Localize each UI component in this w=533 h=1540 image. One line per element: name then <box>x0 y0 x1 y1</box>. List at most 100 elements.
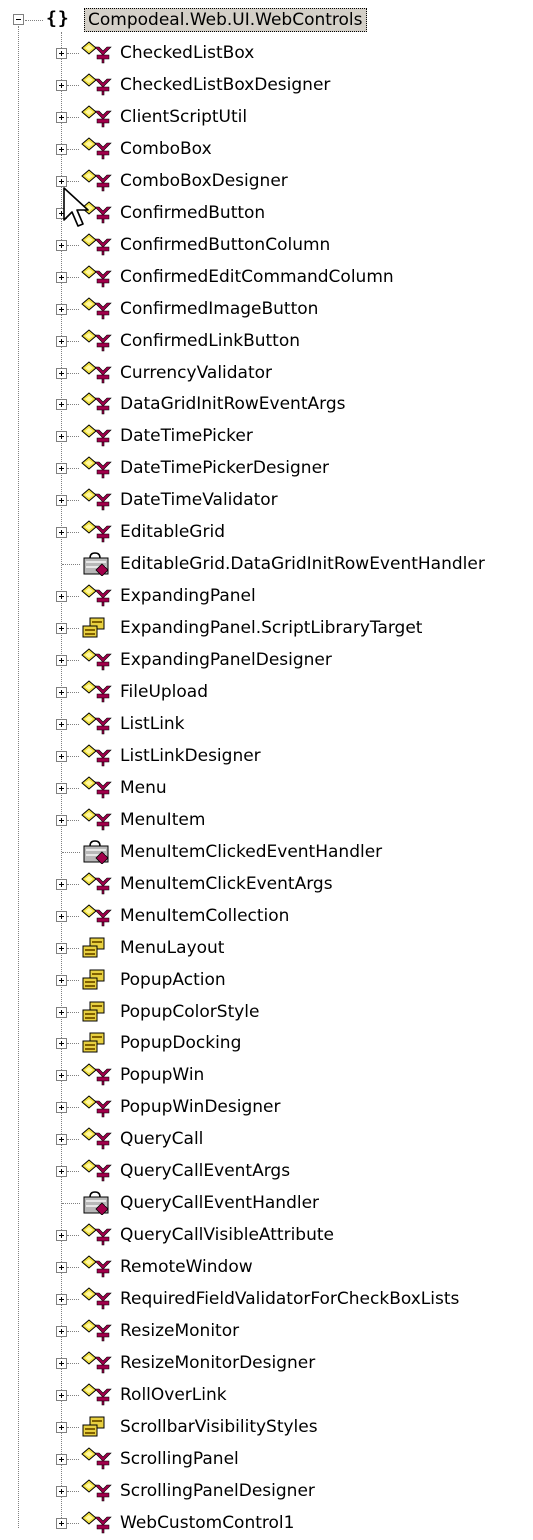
tree-item-enum[interactable]: ScrollbarVisibilityStyles <box>0 1412 533 1444</box>
tree-item-enum[interactable]: PopupDocking <box>0 1028 533 1060</box>
expand-toggle[interactable] <box>56 463 67 474</box>
collapse-toggle[interactable] <box>13 14 24 25</box>
expand-toggle[interactable] <box>56 879 67 890</box>
expand-toggle[interactable] <box>56 783 67 794</box>
tree-item-class[interactable]: RemoteWindow <box>0 1252 533 1284</box>
tree-item-class[interactable]: MenuItem <box>0 805 533 837</box>
expand-toggle[interactable] <box>56 815 67 826</box>
expand-toggle[interactable] <box>56 1358 67 1369</box>
expand-toggle[interactable] <box>56 623 67 634</box>
tree-item-class[interactable]: ScrollingPanel <box>0 1444 533 1476</box>
tree-item-class[interactable]: PopupWinDesigner <box>0 1092 533 1124</box>
tree-item-class[interactable]: ExpandingPanel <box>0 581 533 613</box>
expand-toggle[interactable] <box>56 1326 67 1337</box>
class-icon <box>80 1255 114 1279</box>
expand-toggle[interactable] <box>56 431 67 442</box>
tree-item-class[interactable]: ListLinkDesigner <box>0 741 533 773</box>
expand-toggle[interactable] <box>56 272 67 283</box>
tree-connector <box>67 1363 79 1364</box>
tree-item-class[interactable]: ClientScriptUtil <box>0 102 533 134</box>
expand-toggle[interactable] <box>56 1134 67 1145</box>
tree-item-class[interactable]: EditableGrid <box>0 517 533 549</box>
tree-item-class[interactable]: RollOverLink <box>0 1380 533 1412</box>
tree-item-class[interactable]: ScrollingPanelDesigner <box>0 1476 533 1508</box>
expand-toggle[interactable] <box>56 591 67 602</box>
tree-item-enum[interactable]: ExpandingPanel.ScriptLibraryTarget <box>0 613 533 645</box>
tree-item-class[interactable]: CheckedListBoxDesigner <box>0 70 533 102</box>
expand-toggle[interactable] <box>56 527 67 538</box>
tree-item-class[interactable]: ConfirmedButtonColumn <box>0 230 533 262</box>
expand-toggle[interactable] <box>56 1230 67 1241</box>
tree-item-class[interactable]: ConfirmedEditCommandColumn <box>0 262 533 294</box>
expand-toggle[interactable] <box>56 80 67 91</box>
expand-toggle[interactable] <box>56 48 67 59</box>
tree-item-class[interactable]: DateTimePicker <box>0 421 533 453</box>
tree-item-class[interactable]: DataGridInitRowEventArgs <box>0 389 533 421</box>
expand-toggle[interactable] <box>56 943 67 954</box>
tree-root-row[interactable]: {} Compodeal.Web.UI.WebControls <box>0 6 533 36</box>
expand-toggle[interactable] <box>56 751 67 762</box>
tree-item-enum[interactable]: PopupAction <box>0 965 533 997</box>
tree-item-class[interactable]: CheckedListBox <box>0 38 533 70</box>
expand-toggle[interactable] <box>56 399 67 410</box>
tree-item-class[interactable]: QueryCallVisibleAttribute <box>0 1220 533 1252</box>
expand-toggle[interactable] <box>56 655 67 666</box>
tree-connector <box>67 1171 79 1172</box>
tree-item-enum[interactable]: PopupColorStyle <box>0 997 533 1029</box>
tree-item-class[interactable]: ListLink <box>0 709 533 741</box>
tree-item-class[interactable]: MenuItemCollection <box>0 901 533 933</box>
tree-item-class[interactable]: DateTimeValidator <box>0 485 533 517</box>
expand-toggle[interactable] <box>56 1070 67 1081</box>
tree-item-class[interactable]: WebCustomControl1 <box>0 1508 533 1540</box>
expand-toggle[interactable] <box>56 911 67 922</box>
expand-toggle[interactable] <box>56 1422 67 1433</box>
expand-toggle[interactable] <box>56 304 67 315</box>
expand-toggle[interactable] <box>56 144 67 155</box>
expand-toggle[interactable] <box>56 240 67 251</box>
tree-item-delegate[interactable]: QueryCallEventHandler <box>0 1188 533 1220</box>
expand-toggle[interactable] <box>56 1518 67 1529</box>
tree-item-label: PopupAction <box>120 970 226 990</box>
expand-toggle[interactable] <box>56 368 67 379</box>
tree-item-class[interactable]: ExpandingPanelDesigner <box>0 645 533 677</box>
tree-item-class[interactable]: RequiredFieldValidatorForCheckBoxLists <box>0 1284 533 1316</box>
expand-toggle[interactable] <box>56 336 67 347</box>
tree-item-class[interactable]: FileUpload <box>0 677 533 709</box>
expand-toggle[interactable] <box>56 719 67 730</box>
tree-item-enum[interactable]: MenuLayout <box>0 933 533 965</box>
tree-item-class[interactable]: CurrencyValidator <box>0 358 533 390</box>
namespace-label[interactable]: Compodeal.Web.UI.WebControls <box>84 8 367 32</box>
tree-item-class[interactable]: QueryCall <box>0 1124 533 1156</box>
expand-toggle[interactable] <box>56 1390 67 1401</box>
tree-item-class[interactable]: ResizeMonitorDesigner <box>0 1348 533 1380</box>
class-icon <box>80 392 114 416</box>
expand-toggle[interactable] <box>56 687 67 698</box>
expand-toggle[interactable] <box>56 1454 67 1465</box>
expand-toggle[interactable] <box>56 975 67 986</box>
tree-item-class[interactable]: ComboBox <box>0 134 533 166</box>
tree-connector <box>67 1139 79 1140</box>
expand-toggle[interactable] <box>56 112 67 123</box>
expand-toggle[interactable] <box>56 1262 67 1273</box>
tree-item-delegate[interactable]: MenuItemClickedEventHandler <box>0 837 533 869</box>
tree-connector <box>67 916 79 917</box>
tree-item-class[interactable]: Menu <box>0 773 533 805</box>
tree-item-class[interactable]: ConfirmedLinkButton <box>0 326 533 358</box>
expand-toggle[interactable] <box>56 1166 67 1177</box>
expand-toggle[interactable] <box>56 1486 67 1497</box>
expand-toggle[interactable] <box>56 1294 67 1305</box>
tree-item-class[interactable]: ResizeMonitor <box>0 1316 533 1348</box>
tree-connector <box>67 341 79 342</box>
tree-item-delegate[interactable]: EditableGrid.DataGridInitRowEventHandler <box>0 549 533 581</box>
expand-toggle[interactable] <box>56 1102 67 1113</box>
tree-item-label: ConfirmedButtonColumn <box>120 235 331 255</box>
tree-item-class[interactable]: DateTimePickerDesigner <box>0 453 533 485</box>
expand-toggle[interactable] <box>56 1038 67 1049</box>
tree-item-class[interactable]: ConfirmedImageButton <box>0 294 533 326</box>
tree-item-label: MenuItemClickEventArgs <box>120 874 333 894</box>
tree-item-class[interactable]: QueryCallEventArgs <box>0 1156 533 1188</box>
tree-item-class[interactable]: MenuItemClickEventArgs <box>0 869 533 901</box>
tree-item-class[interactable]: PopupWin <box>0 1060 533 1092</box>
expand-toggle[interactable] <box>56 495 67 506</box>
expand-toggle[interactable] <box>56 1007 67 1018</box>
